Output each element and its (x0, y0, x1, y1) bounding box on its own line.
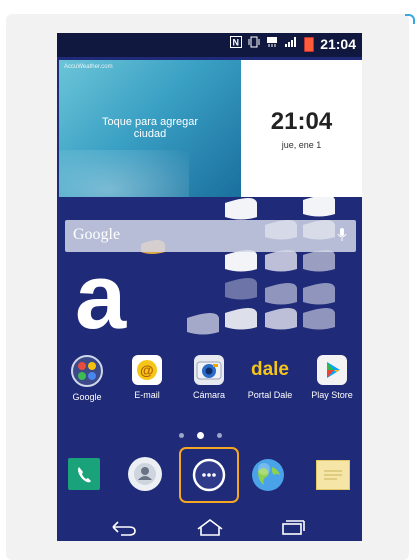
google-folder-icon (71, 355, 103, 387)
google-search-label: Google (73, 226, 121, 243)
navigation-bar (57, 513, 362, 541)
app-google[interactable]: Google (57, 355, 117, 402)
dock-contacts[interactable] (128, 457, 162, 491)
recent-apps-icon[interactable] (277, 517, 307, 541)
app-play-store-label: Play Store (311, 390, 353, 400)
dock-messages[interactable] (316, 460, 350, 490)
home-icon[interactable] (195, 517, 225, 541)
app-camera[interactable]: Cámara (179, 355, 239, 400)
page-dot-2[interactable] (197, 432, 204, 439)
app-row: Google @ E-mail Cámara dale Portal Dale … (57, 355, 362, 415)
dale-icon: dale (250, 359, 290, 380)
app-play-store[interactable]: Play Store (302, 355, 362, 400)
phone-screen: N 21:04 AccuWeather.com Toque para agreg… (57, 33, 362, 541)
email-icon: @ (132, 355, 162, 385)
contacts-icon (128, 457, 162, 491)
page-dot-1[interactable] (179, 433, 184, 438)
app-google-label: Google (72, 392, 102, 402)
back-icon[interactable] (109, 517, 139, 541)
dock-browser[interactable] (250, 457, 286, 493)
dock-phone[interactable] (68, 458, 100, 490)
apps-launcher-icon (192, 458, 226, 492)
page-indicator (179, 432, 222, 439)
camera-icon (194, 355, 224, 385)
mic-icon[interactable] (336, 227, 348, 248)
corner-mark (405, 14, 415, 24)
messages-icon (316, 460, 350, 490)
app-email[interactable]: @ E-mail (117, 355, 177, 400)
svg-text:@: @ (140, 362, 154, 378)
app-portal-dale-label: Portal Dale (247, 390, 293, 400)
browser-globe-icon (250, 457, 286, 493)
dock-apps-launcher[interactable] (192, 458, 226, 492)
page-dot-3[interactable] (217, 433, 222, 438)
play-store-icon (317, 355, 347, 385)
app-email-label: E-mail (134, 390, 160, 400)
app-camera-label: Cámara (192, 390, 225, 400)
app-portal-dale[interactable]: dale Portal Dale (240, 355, 300, 400)
phone-icon (68, 458, 100, 490)
wallpaper-logo-letter: a (75, 246, 127, 348)
